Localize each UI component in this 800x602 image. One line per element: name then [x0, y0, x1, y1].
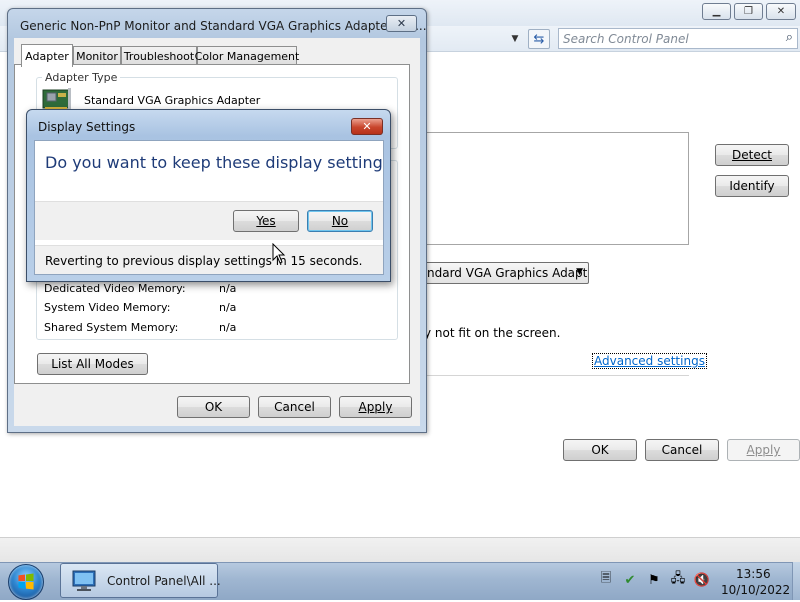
properties-ok-label: OK — [204, 400, 223, 414]
taskbar-item-label: Control Panel\All ... — [107, 574, 221, 588]
shared-memory-value: n/a — [219, 321, 237, 334]
no-label: No — [331, 214, 349, 228]
properties-cancel-label: Cancel — [274, 400, 315, 414]
cp-ok-button[interactable]: OK — [563, 439, 637, 461]
action-center-icon[interactable]: 🗏 — [598, 571, 614, 588]
detect-label: Detect — [731, 148, 772, 162]
refresh-button[interactable]: ⇆ — [528, 29, 550, 49]
tab-color-management[interactable]: Color Management — [194, 46, 300, 66]
properties-cancel-button[interactable]: Cancel — [258, 396, 331, 418]
restore-icon: ❐ — [744, 6, 753, 17]
tab-adapter[interactable]: Adapter — [21, 44, 73, 67]
system-memory-value: n/a — [219, 301, 237, 314]
search-icon[interactable]: ⌕ — [786, 30, 793, 45]
properties-ok-button[interactable]: OK — [177, 396, 250, 418]
volume-muted-icon[interactable]: 🔇 — [694, 572, 710, 588]
dialog-close-button[interactable]: ✕ — [351, 118, 383, 135]
search-box[interactable]: ⌕ — [558, 28, 798, 49]
maximize-button[interactable]: ❐ — [734, 3, 763, 20]
search-input[interactable] — [561, 30, 771, 47]
properties-close-button[interactable]: ✕ — [386, 15, 417, 32]
tab-troubleshoot[interactable]: Troubleshoot — [121, 46, 197, 66]
tab-troubleshoot-label: Troubleshoot — [123, 50, 195, 63]
cp-apply-button[interactable]: Apply — [727, 439, 800, 461]
display-settings-dialog: Display Settings ✕ Do you want to keep t… — [26, 109, 391, 282]
detect-button[interactable]: Detect — [715, 144, 789, 166]
dialog-body: Do you want to keep these display settin… — [34, 140, 384, 275]
dialog-button-band: Yes No — [35, 201, 383, 240]
refresh-icon: ⇆ — [533, 31, 545, 47]
dialog-title: Display Settings — [38, 120, 136, 134]
network-icon[interactable]: 🖧 — [670, 571, 686, 588]
clock-time[interactable]: 13:56 — [736, 567, 771, 581]
close-icon: ✕ — [396, 17, 407, 30]
list-all-modes-label: List All Modes — [51, 357, 134, 371]
dialog-question: Do you want to keep these display settin… — [45, 153, 384, 172]
tab-color-management-label: Color Management — [194, 50, 300, 63]
status-strip — [0, 537, 800, 562]
yes-label: Yes — [256, 214, 276, 228]
close-button[interactable]: ✕ — [766, 3, 796, 20]
cp-apply-label: Apply — [746, 443, 781, 457]
no-button[interactable]: No — [307, 210, 373, 232]
clock-date[interactable]: 10/10/2022 — [721, 583, 790, 597]
chevron-down-icon: ▼ — [511, 34, 519, 44]
cp-cancel-button[interactable]: Cancel — [645, 439, 719, 461]
resolution-fit-text: y not fit on the screen. — [424, 326, 561, 340]
divider — [412, 375, 689, 376]
adapter-name: Standard VGA Graphics Adapter — [84, 94, 261, 107]
list-all-modes-button[interactable]: List All Modes — [37, 353, 148, 375]
address-history-dropdown[interactable]: ▼ — [505, 30, 525, 48]
close-icon: ✕ — [776, 6, 786, 17]
shared-memory-label: Shared System Memory: — [44, 321, 179, 334]
dialog-footer: Reverting to previous display settings i… — [35, 245, 383, 274]
yes-button[interactable]: Yes — [233, 210, 299, 232]
tab-monitor-label: Monitor — [76, 50, 118, 63]
dedicated-memory-label: Dedicated Video Memory: — [44, 282, 186, 295]
identify-label: Identify — [729, 179, 775, 193]
minimize-button[interactable]: ▁ — [702, 3, 731, 20]
properties-apply-label: Apply — [358, 400, 393, 414]
dedicated-memory-value: n/a — [219, 282, 237, 295]
close-icon: ✕ — [362, 120, 372, 133]
show-desktop-button[interactable] — [792, 562, 800, 600]
windows-logo-icon — [18, 573, 34, 590]
flag-icon[interactable]: ⚑ — [646, 572, 662, 588]
revert-countdown-text: Reverting to previous display settings i… — [45, 254, 363, 268]
identify-button[interactable]: Identify — [715, 175, 789, 197]
security-shield-icon[interactable]: ✔ — [622, 572, 638, 588]
cp-ok-label: OK — [591, 443, 609, 457]
properties-apply-button[interactable]: Apply — [339, 396, 412, 418]
monitor-icon — [72, 570, 96, 591]
display-select-value: ndard VGA Graphics Adapter — [427, 266, 589, 280]
tab-monitor[interactable]: Monitor — [73, 46, 121, 66]
monitor-preview-area[interactable] — [412, 132, 689, 245]
system-memory-label: System Video Memory: — [44, 301, 171, 314]
mouse-cursor-icon — [272, 243, 286, 264]
chevron-down-icon: ▼ — [576, 267, 583, 277]
minimize-icon: ▁ — [712, 6, 721, 17]
adapter-type-legend: Adapter Type — [42, 71, 121, 84]
display-select[interactable]: ndard VGA Graphics Adapter ▼ — [412, 262, 589, 284]
cp-cancel-label: Cancel — [661, 443, 703, 457]
advanced-settings-link[interactable]: Advanced settings — [592, 353, 707, 369]
start-button[interactable] — [8, 564, 44, 600]
properties-window-title: Generic Non-PnP Monitor and Standard VGA… — [20, 19, 427, 33]
graphics-card-icon — [42, 88, 71, 110]
taskbar-item-control-panel[interactable]: Control Panel\All ... — [60, 563, 221, 598]
tab-adapter-label: Adapter — [25, 49, 69, 63]
